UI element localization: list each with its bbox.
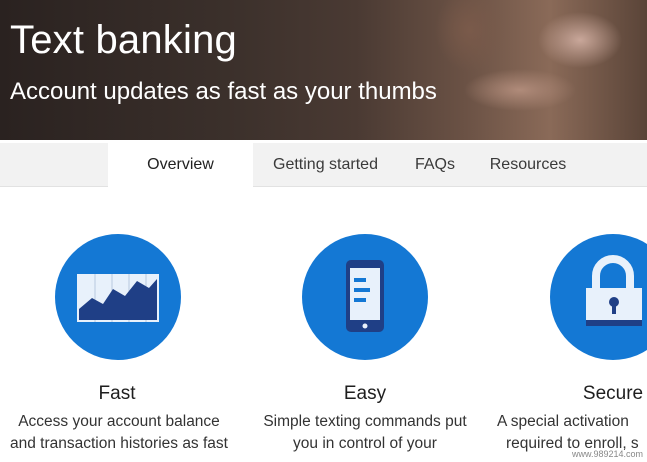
easy-desc-line1: Simple texting commands put [263,413,467,430]
hero-photo [430,0,647,140]
tab-resources[interactable]: Resources [478,143,578,187]
page-subtitle: Account updates as fast as your thumbs [10,78,437,105]
tab-bar: Overview Getting started FAQs Resources [0,143,647,187]
easy-desc-line2: you in control of your [293,435,437,452]
tab-overview[interactable]: Overview [108,143,253,187]
watermark: www.989214.com [571,449,643,459]
tab-getting-started[interactable]: Getting started [258,143,393,187]
fast-desc-line2: and transaction histories as fast [10,435,228,452]
phone-icon [346,260,384,332]
secure-desc-line1: A special activation [497,413,629,430]
chart-icon [77,274,159,322]
hero-banner: Text banking Account updates as fast as … [0,0,647,140]
secure-title: Secure [582,383,644,404]
fast-desc-line1: Access your account balance [18,413,220,430]
lock-icon [586,255,642,326]
fast-feature-icon-circle [55,234,181,360]
easy-feature-icon-circle [302,234,428,360]
page-title: Text banking [10,18,237,62]
tab-faqs[interactable]: FAQs [400,143,470,187]
fast-title: Fast [98,383,136,404]
secure-feature-icon-circle [550,234,647,360]
easy-title: Easy [343,383,387,404]
